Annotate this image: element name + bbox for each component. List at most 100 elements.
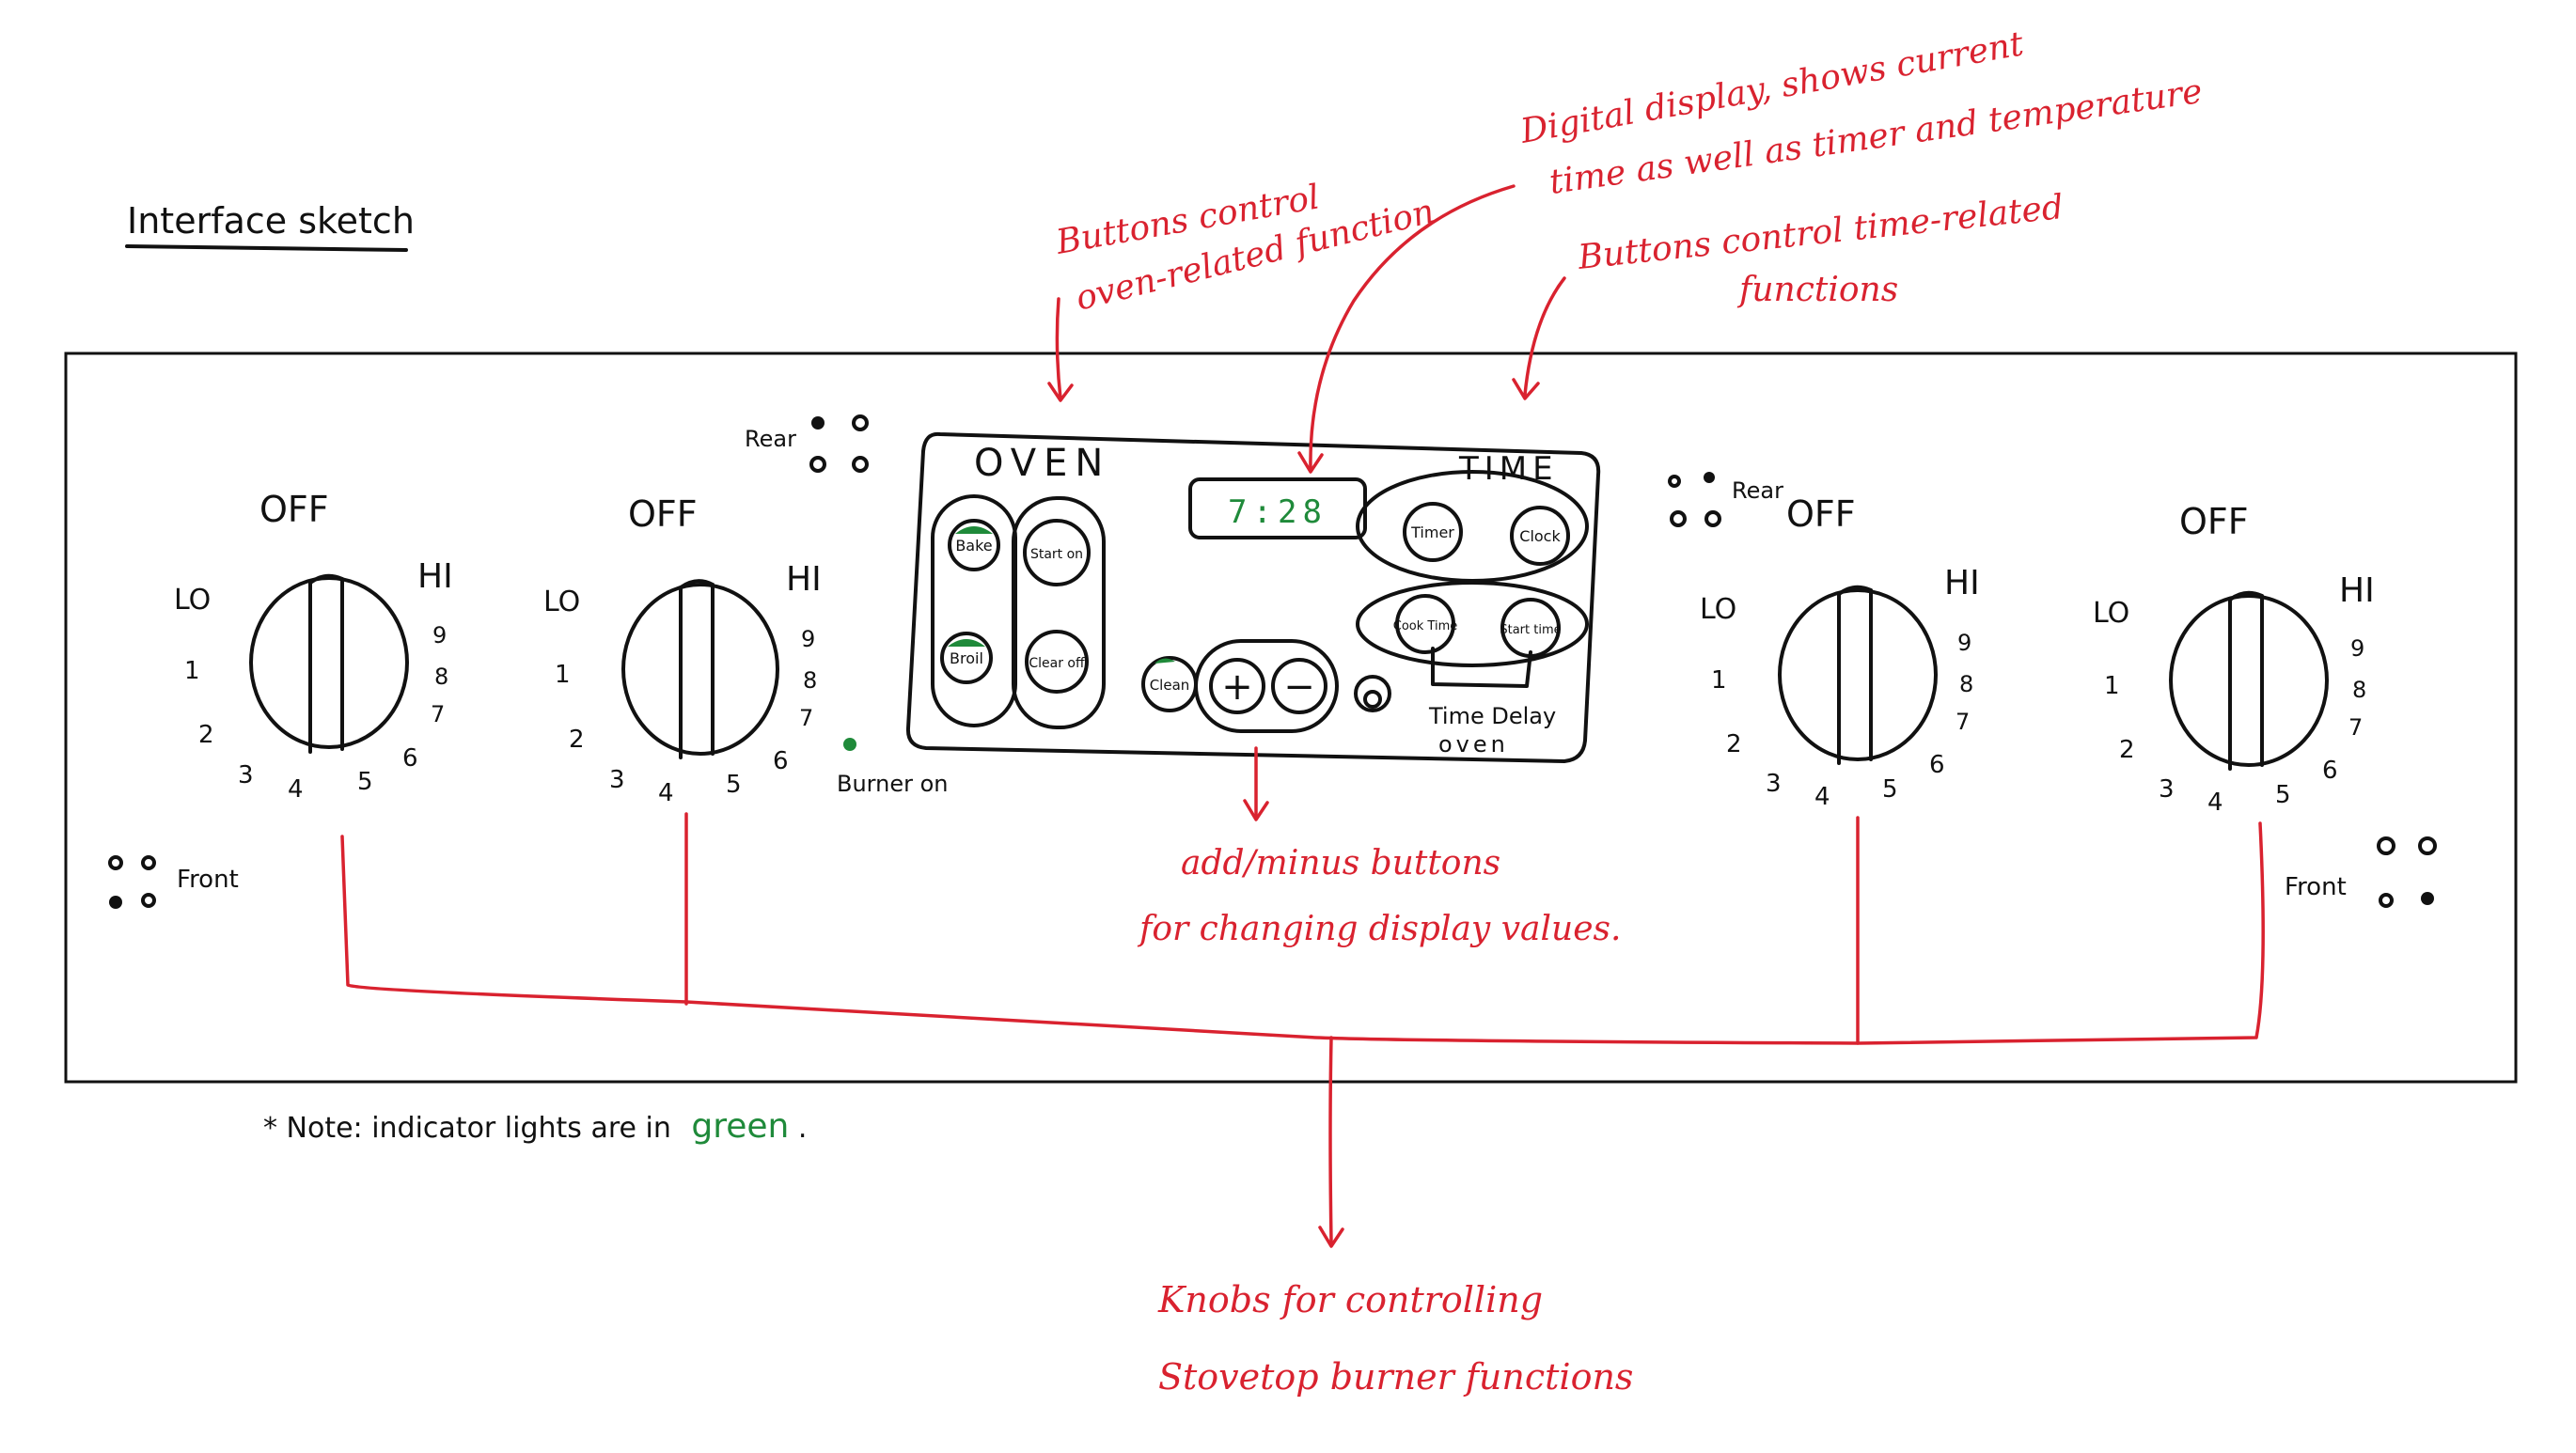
clear-off-button[interactable]: Clear off xyxy=(1025,630,1089,694)
start-time-button[interactable]: Start time xyxy=(1500,598,1562,658)
burner-knob-rear-right[interactable]: OFF LO HI 1 2 3 4 5 6 7 8 9 xyxy=(1700,493,1980,811)
knob-num-7: 7 xyxy=(431,701,445,727)
footnote: * Note: indicator lights are in green . xyxy=(263,1107,807,1146)
knob-lo-label: LO xyxy=(543,586,580,618)
knob-lo-label: LO xyxy=(1700,593,1736,626)
cook-time-button[interactable]: Cook Time xyxy=(1393,594,1457,654)
knob-num-1: 1 xyxy=(555,661,571,689)
burner-on-light xyxy=(843,738,856,751)
knob-dial[interactable] xyxy=(249,576,409,749)
bake-button[interactable]: Bake xyxy=(948,519,1000,571)
minus-label: − xyxy=(1283,665,1315,709)
burner-on-label: Burner on xyxy=(837,771,949,797)
knob-num-5: 5 xyxy=(357,768,373,796)
footnote-green: green xyxy=(691,1107,789,1146)
title-underline xyxy=(125,244,408,252)
knob-num-5: 5 xyxy=(726,771,742,799)
annotation-knobs-line1: Knobs for controlling xyxy=(1157,1279,1543,1320)
knob-num-5: 5 xyxy=(1882,775,1898,804)
annotation-add-minus-line1: add/minus buttons xyxy=(1181,844,1500,883)
knob-dial[interactable] xyxy=(2169,594,2329,767)
knob-num-6: 6 xyxy=(402,744,418,773)
knob-num-4: 4 xyxy=(288,775,304,804)
burner-knob-front-left[interactable]: OFF LO HI 1 2 3 4 5 6 7 8 9 xyxy=(174,489,453,804)
burner-indicator-rear-left: Rear xyxy=(745,414,869,473)
knob-num-2: 2 xyxy=(198,721,214,749)
front-label: Front xyxy=(177,866,239,894)
time-delay-sub: oven xyxy=(1438,731,1509,758)
knob-num-4: 4 xyxy=(658,779,674,807)
annotation-add-minus-line2: for changing display values. xyxy=(1137,910,1621,948)
annotation-time-buttons-line2: functions xyxy=(1736,271,1898,309)
knob-num-1: 1 xyxy=(184,657,200,685)
knob-num-7: 7 xyxy=(2348,714,2363,741)
oven-light-icon[interactable] xyxy=(1354,675,1391,712)
timer-clock-group xyxy=(1356,470,1589,583)
knob-off-label: OFF xyxy=(628,493,698,535)
footnote-suffix: . xyxy=(798,1112,808,1145)
knob-num-4: 4 xyxy=(1814,783,1830,811)
knob-num-3: 3 xyxy=(238,761,254,789)
annotation-time-buttons-line1: Buttons control time-related xyxy=(1576,188,2066,277)
rear-label: Rear xyxy=(1732,477,1783,504)
clock-button[interactable]: Clock xyxy=(1510,506,1570,566)
knob-lo-label: LO xyxy=(174,584,211,617)
knob-num-3: 3 xyxy=(2159,775,2175,804)
knob-off-label: OFF xyxy=(259,489,329,530)
knob-num-9: 9 xyxy=(801,626,815,652)
knob-num-1: 1 xyxy=(2104,672,2120,700)
timer-button[interactable]: Timer xyxy=(1403,502,1463,562)
broil-label: Broil xyxy=(950,649,983,667)
start-on-button[interactable]: Start on xyxy=(1023,519,1091,586)
front-label: Front xyxy=(2285,873,2347,901)
knob-dial[interactable] xyxy=(621,583,779,756)
knob-hi-label: HI xyxy=(1944,564,1980,602)
knob-num-8: 8 xyxy=(2352,677,2366,703)
sketch-title: Interface sketch xyxy=(127,200,415,242)
knob-num-3: 3 xyxy=(609,766,625,794)
knob-num-3: 3 xyxy=(1766,770,1782,798)
burner-indicator-rear-right: Rear xyxy=(1668,472,1783,527)
clear-off-label: Clear off xyxy=(1029,656,1085,671)
minus-button[interactable]: − xyxy=(1271,658,1327,714)
burner-knob-front-right[interactable]: OFF LO HI 1 2 3 4 5 6 7 8 9 xyxy=(2093,501,2375,817)
burner-knob-rear-left[interactable]: OFF LO HI 1 2 3 4 5 6 7 8 9 xyxy=(543,493,822,807)
plus-minus-group xyxy=(1194,639,1339,733)
clean-button[interactable]: Clean xyxy=(1141,656,1198,712)
start-time-label: Start time xyxy=(1500,623,1561,637)
plus-button[interactable]: + xyxy=(1209,658,1265,714)
clock-label: Clock xyxy=(1519,527,1561,545)
knob-off-label: OFF xyxy=(1786,493,1856,535)
knob-grip xyxy=(1837,585,1873,765)
interface-sketch: Interface sketch OFF LO HI 1 2 3 4 5 6 7… xyxy=(64,24,2518,1398)
knob-num-1: 1 xyxy=(1711,666,1727,695)
knob-num-7: 7 xyxy=(799,705,813,731)
knob-num-9: 9 xyxy=(1957,630,1971,656)
knob-num-8: 8 xyxy=(803,667,817,694)
knob-num-9: 9 xyxy=(432,622,447,648)
knob-grip xyxy=(308,573,344,754)
broil-button[interactable]: Broil xyxy=(940,632,993,684)
clean-label: Clean xyxy=(1150,677,1190,694)
knob-num-8: 8 xyxy=(1959,671,1973,697)
knob-hi-label: HI xyxy=(2339,571,2375,610)
display-value: 7:28 xyxy=(1228,493,1327,531)
knob-hi-label: HI xyxy=(786,560,822,599)
knob-num-2: 2 xyxy=(2119,736,2135,764)
knob-num-7: 7 xyxy=(1956,709,1970,735)
knob-num-5: 5 xyxy=(2275,781,2291,809)
rear-label: Rear xyxy=(745,426,796,452)
knob-num-2: 2 xyxy=(1726,730,1742,758)
knob-lo-label: LO xyxy=(2093,597,2129,630)
knob-dial[interactable] xyxy=(1778,588,1938,761)
knob-off-label: OFF xyxy=(2179,501,2249,542)
knob-num-9: 9 xyxy=(2350,635,2364,662)
knob-grip xyxy=(2228,590,2264,771)
time-delay-label: Time Delay xyxy=(1428,703,1556,729)
knob-grip xyxy=(679,579,715,759)
burner-indicator-front-right: Front xyxy=(2285,836,2437,908)
burner-indicator-front-left: Front xyxy=(108,855,239,909)
timer-label: Timer xyxy=(1410,523,1454,541)
annotation-arrows xyxy=(340,184,2265,1248)
knob-num-6: 6 xyxy=(773,747,789,775)
